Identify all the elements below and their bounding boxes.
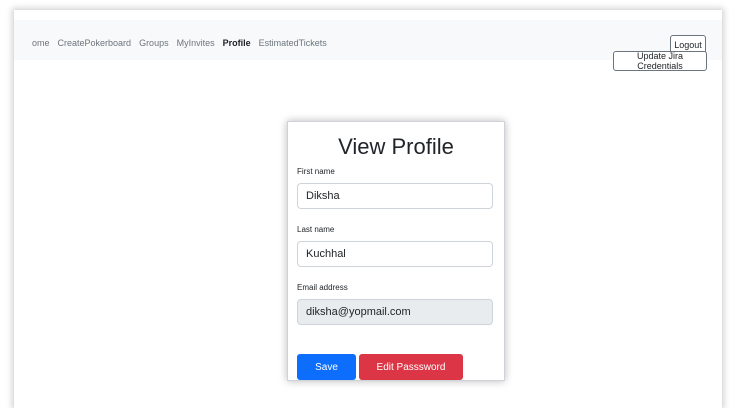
save-button[interactable]: Save <box>297 354 356 380</box>
update-jira-credentials-button[interactable]: Update Jira Credentials <box>613 51 707 71</box>
nav-link-estimated-tickets[interactable]: EstimatedTickets <box>259 38 327 48</box>
nav-links: ome CreatePokerboard Groups MyInvites Pr… <box>32 38 327 48</box>
profile-card: View Profile First name Last name Email … <box>287 121 505 381</box>
last-name-label: Last name <box>297 225 335 234</box>
email-label: Email address <box>297 283 348 292</box>
first-name-field[interactable] <box>297 183 493 209</box>
last-name-field[interactable] <box>297 241 493 267</box>
nav-link-create-pokerboard[interactable]: CreatePokerboard <box>58 38 132 48</box>
edit-password-button[interactable]: Edit Passsword <box>359 354 463 380</box>
first-name-label: First name <box>297 167 335 176</box>
email-field <box>297 299 493 325</box>
page-title: View Profile <box>338 134 454 159</box>
app-window: ome CreatePokerboard Groups MyInvites Pr… <box>14 10 722 408</box>
nav-link-my-invites[interactable]: MyInvites <box>177 38 215 48</box>
nav-link-groups[interactable]: Groups <box>139 38 169 48</box>
nav-link-profile[interactable]: Profile <box>223 38 251 48</box>
nav-link-home[interactable]: ome <box>32 38 50 48</box>
